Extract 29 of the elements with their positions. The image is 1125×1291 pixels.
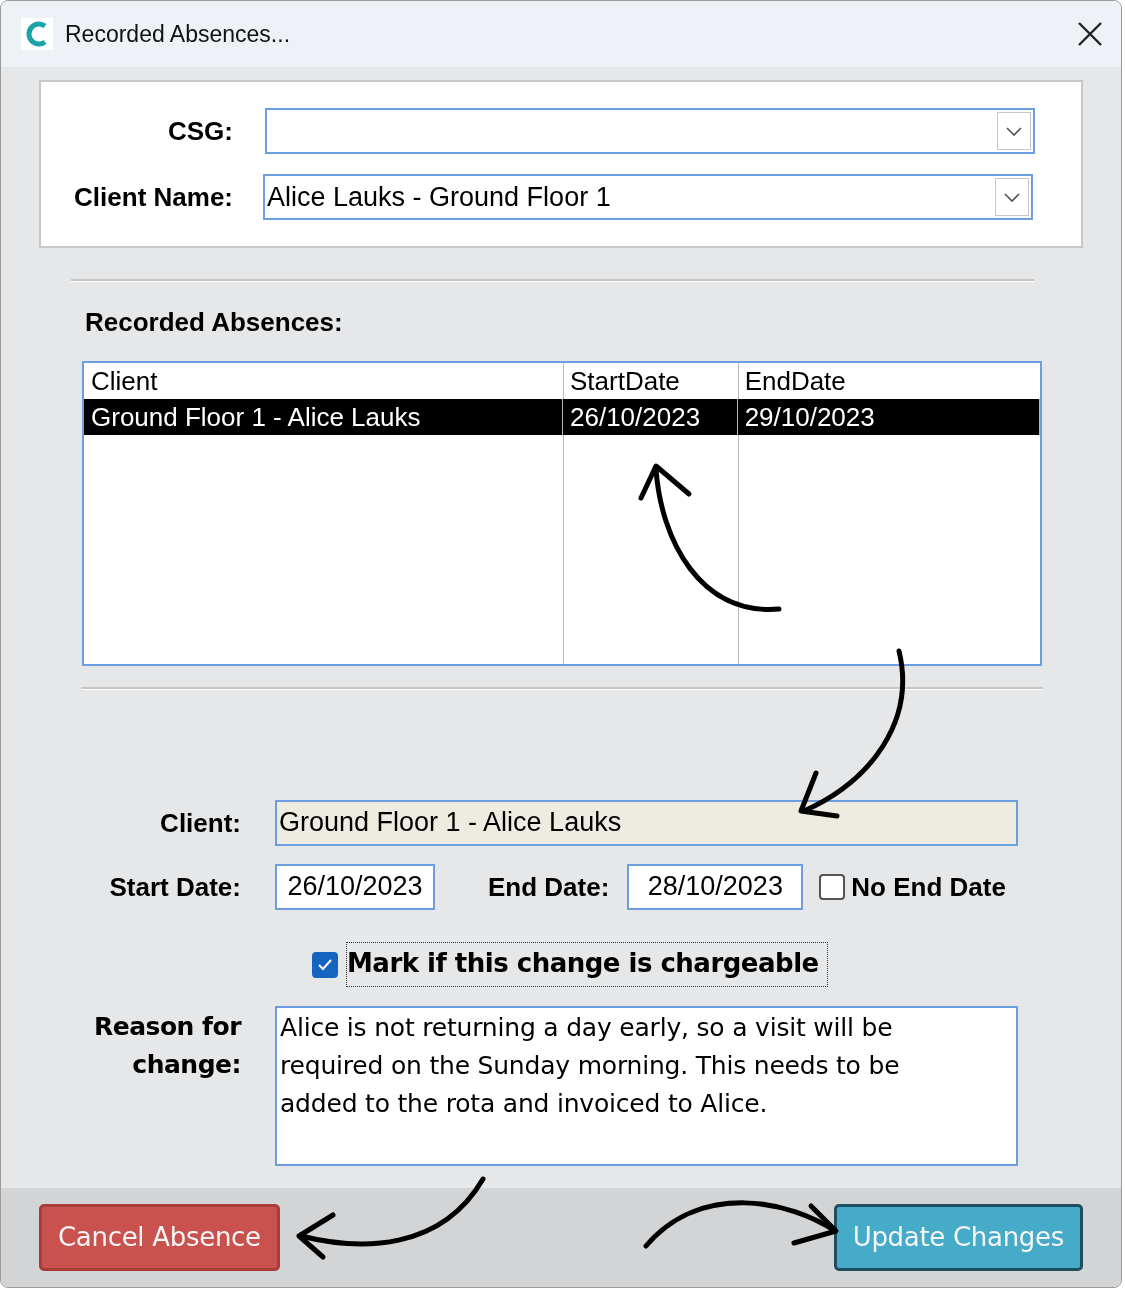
csg-dropdown[interactable] — [265, 108, 1035, 154]
window-title: Recorded Absences... — [65, 19, 291, 49]
end-date-field[interactable]: 28/10/2023 — [627, 864, 804, 910]
checkbox-label: No End Date — [851, 870, 1006, 904]
client-name-dropdown[interactable]: Alice Lauks - Ground Floor 1 — [263, 174, 1033, 220]
column-header[interactable]: StartDate — [563, 361, 738, 401]
field-label: Start Date: — [108, 870, 241, 904]
column-header[interactable]: EndDate — [737, 361, 1040, 401]
section-heading: Recorded Absences: — [85, 306, 344, 338]
checkmark-icon — [317, 957, 333, 972]
close-icon[interactable] — [1077, 21, 1103, 47]
field-label: End Date: — [488, 870, 610, 904]
table-row[interactable]: Ground Floor 1 - Alice Lauks 26/10/2023 29/10/2023 — [84, 399, 1040, 435]
field-label: Client Name: — [73, 180, 234, 214]
field-label: Client: — [159, 806, 241, 840]
checkbox-label: Mark if this change is chargeable — [346, 942, 828, 987]
table-cell: 29/10/2023 — [737, 399, 1040, 435]
start-date-field[interactable]: 26/10/2023 — [275, 864, 435, 910]
client-field: Ground Floor 1 - Alice Lauks — [275, 800, 1018, 846]
table-cell: Ground Floor 1 - Alice Lauks — [84, 399, 563, 435]
reason-textbox[interactable]: Alice is not returning a day early, so a visit will be required on the Sunday morning. This needs to be added to the rota and invoiced to Alice. — [275, 1006, 1018, 1166]
field-label: CSG: — [167, 114, 234, 148]
column-header[interactable]: Client — [84, 361, 563, 401]
cancel-absence-button[interactable]: Cancel Absence — [39, 1204, 280, 1271]
app-logo-icon — [21, 18, 53, 50]
field-label: Reason for change: — [93, 1011, 241, 1081]
no-end-date-checkbox[interactable] — [819, 874, 846, 900]
chargeable-checkbox[interactable] — [312, 951, 338, 978]
table-cell: 26/10/2023 — [563, 399, 738, 435]
